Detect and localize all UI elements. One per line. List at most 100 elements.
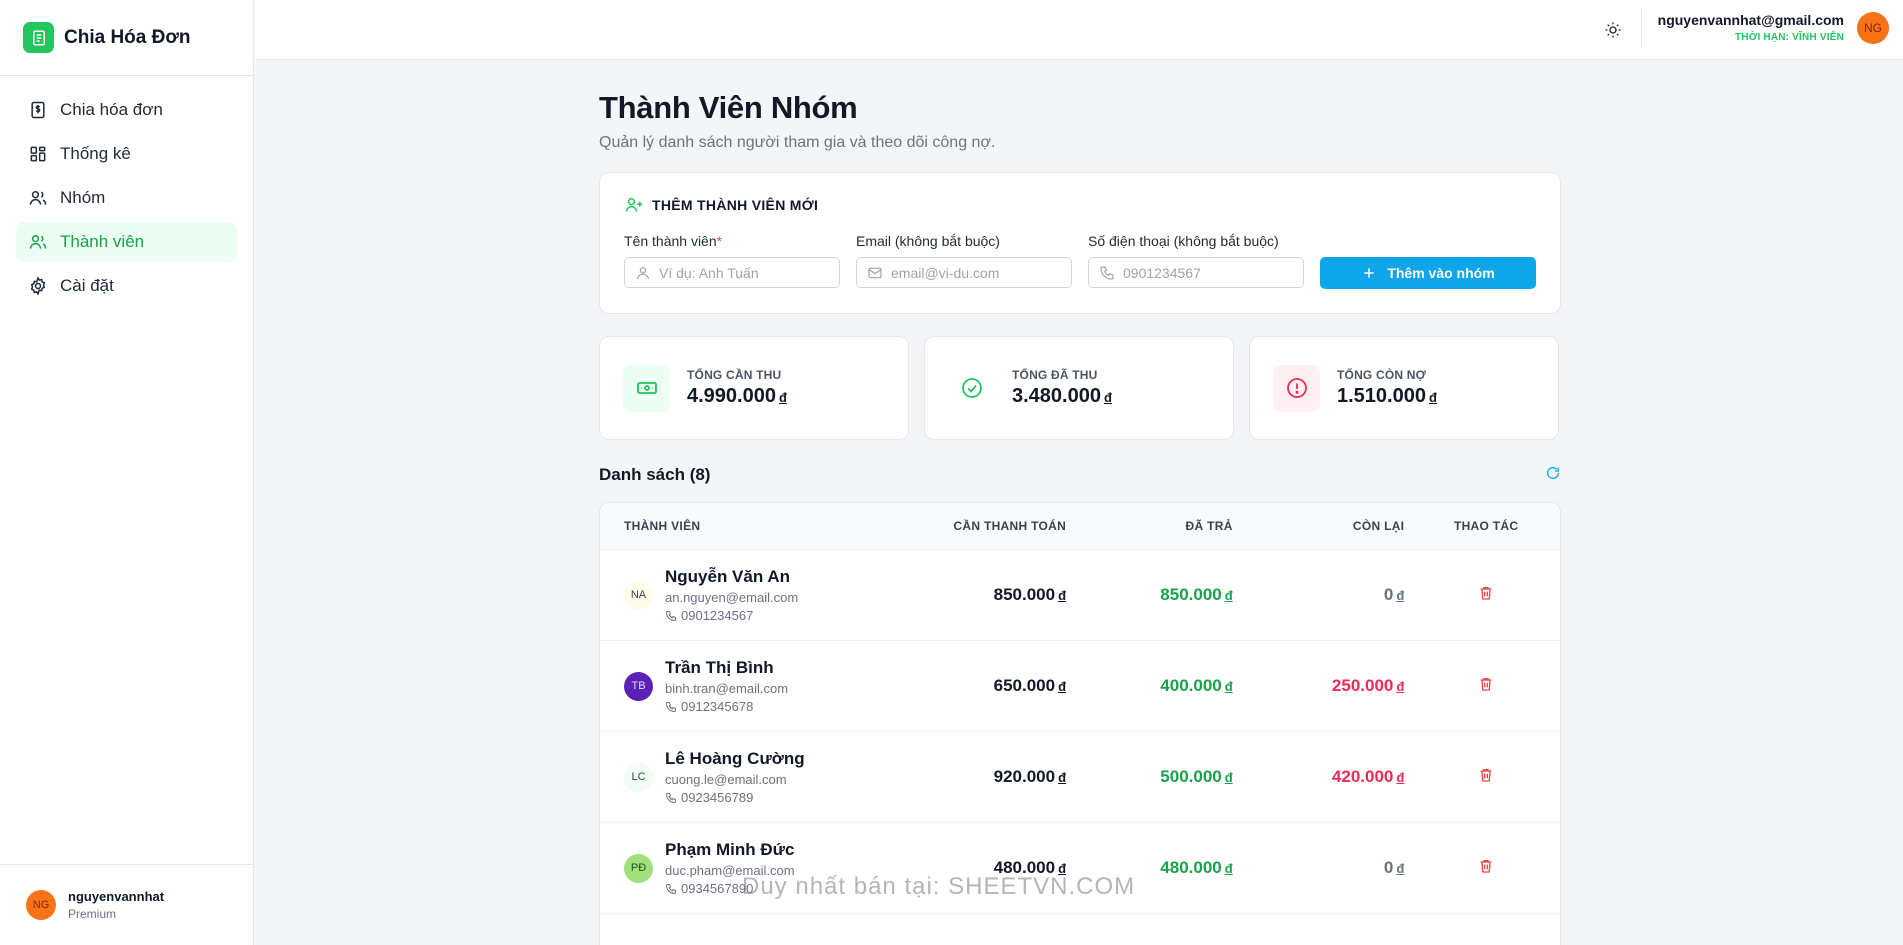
add-to-group-button[interactable]: Thêm vào nhóm <box>1320 257 1536 289</box>
currency-symbol: đ <box>1396 861 1405 876</box>
member-name: Nguyễn Văn An <box>665 567 790 586</box>
receipt-logo-icon <box>23 22 54 53</box>
sidebar-user-plan: Premium <box>68 907 117 921</box>
member-name-label: Tên thành viên <box>624 233 717 249</box>
currency-symbol: đ <box>1224 861 1233 876</box>
member-name-input-wrapper <box>624 257 840 288</box>
member-phone-input-wrapper <box>1088 257 1304 288</box>
plus-icon <box>1364 268 1374 278</box>
avatar: PĐ <box>624 853 653 883</box>
main-content: Thành Viên Nhóm Quản lý danh sách người … <box>599 60 1561 945</box>
member-phone-input[interactable] <box>1123 264 1293 281</box>
stat-label: TỔNG CÒN NỢ <box>1337 368 1427 382</box>
brand[interactable]: Chia Hóa Đơn <box>0 0 253 76</box>
stat-total-outstanding: TỔNG CÒN NỢ 1.510.000 đ <box>1249 336 1559 440</box>
amount-paid: 500.000 đ <box>1066 767 1233 787</box>
member-email-input[interactable] <box>891 264 1061 281</box>
phone-icon <box>1100 265 1114 280</box>
page-subtitle: Quản lý danh sách người tham gia và theo… <box>599 134 996 151</box>
mail-icon <box>868 267 882 278</box>
member-name-input[interactable] <box>659 264 829 281</box>
refresh-icon <box>1547 466 1559 479</box>
top-user-info[interactable]: nguyenvannhat@gmail.com THỜI HẠN: VĨNH V… <box>1658 12 1844 43</box>
amount-remaining: 250.000 đ <box>1233 676 1405 696</box>
sun-icon <box>1605 22 1621 38</box>
sidebar-item-chia-hoa-don[interactable]: Chia hóa đơn <box>16 90 237 130</box>
amount-remaining-value: 250.000 <box>1331 676 1394 695</box>
sidebar-item-thanh-vien[interactable]: Thành viên <box>16 222 237 262</box>
avatar: LC <box>624 762 653 792</box>
brand-name: Chia Hóa Đơn <box>64 26 191 48</box>
stat-total-due: TỔNG CẦN THU 4.990.000 đ <box>599 336 909 440</box>
member-email: binh.tran@email.com <box>665 681 789 696</box>
avatar[interactable]: NG <box>1857 12 1889 44</box>
currency-symbol: đ <box>1103 390 1112 405</box>
delete-member-button[interactable] <box>1404 585 1560 606</box>
amount-due: 850.000 đ <box>936 585 1066 605</box>
stat-value: 1.510.000 đ <box>1337 385 1437 408</box>
column-header-paid[interactable]: ĐÃ TRẢ <box>1066 519 1233 533</box>
sidebar-item-cai-dat[interactable]: Cài đặt <box>16 266 237 306</box>
member-phone-field: Số điện thoại (không bắt buộc) <box>1088 233 1304 289</box>
currency-symbol: đ <box>1428 390 1437 405</box>
column-header-actions: THAO TÁC <box>1453 519 1519 533</box>
member-email-field: Email (không bắt buộc) <box>856 233 1072 289</box>
add-member-heading: THÊM THÀNH VIÊN MỚI <box>624 195 1536 215</box>
user-email: nguyenvannhat@gmail.com <box>1657 12 1844 28</box>
amount-remaining-value: 0 <box>1383 858 1394 877</box>
sidebar-user-profile[interactable]: NG nguyenvannhat Premium <box>0 864 254 945</box>
member-name: Trần Thị Bình <box>665 658 774 677</box>
topbar: nguyenvannhat@gmail.com THỜI HẠN: VĨNH V… <box>255 0 1903 60</box>
amount-remaining-value: 0 <box>1383 585 1394 604</box>
column-header-due[interactable]: CẦN THANH TOÁN <box>936 519 1066 533</box>
alert-circle-icon <box>1273 364 1320 412</box>
amount-paid-value: 500.000 <box>1160 767 1222 786</box>
currency-symbol: đ <box>1058 679 1067 694</box>
amount-remaining-value: 420.000 <box>1331 767 1394 786</box>
sidebar-item-label: Thống kê <box>60 144 131 163</box>
column-header-remaining[interactable]: CÒN LẠI <box>1233 519 1405 533</box>
stat-amount: 1.510.000 <box>1337 385 1426 407</box>
theme-toggle-button[interactable] <box>1600 17 1626 43</box>
refresh-button[interactable] <box>1545 465 1561 486</box>
add-member-card: THÊM THÀNH VIÊN MỚI Tên thành viên* Emai… <box>599 172 1561 314</box>
watermark: Duy nhất bán tại: SHEETVN.COM <box>742 873 1136 900</box>
amount-paid-value: 400.000 <box>1160 676 1222 695</box>
amount-due: 920.000 đ <box>936 767 1066 787</box>
member-email: cuong.le@email.com <box>665 772 787 787</box>
page-title: Thành Viên Nhóm <box>599 90 858 125</box>
column-header-member[interactable]: THÀNH VIÊN <box>600 519 936 533</box>
currency-symbol: đ <box>1396 770 1405 785</box>
member-phone-label: Số điện thoại (không bắt buộc) <box>1088 233 1279 249</box>
delete-member-button[interactable] <box>1404 676 1560 697</box>
table-header: THÀNH VIÊN CẦN THANH TOÁN ĐÃ TRẢ CÒN LẠI… <box>600 503 1560 550</box>
currency-symbol: đ <box>1224 770 1233 785</box>
table-row: NA Nguyễn Văn An an.nguyen@email.com 090… <box>600 550 1560 641</box>
currency-symbol: đ <box>1396 679 1405 694</box>
currency-symbol: đ <box>778 390 787 405</box>
sidebar-item-nhom[interactable]: Nhóm <box>16 178 237 218</box>
currency-symbol: đ <box>1224 679 1233 694</box>
currency-symbol: đ <box>1058 588 1067 603</box>
member-phone: 0923456789 <box>681 790 754 805</box>
stat-value: 3.480.000 đ <box>1012 385 1112 408</box>
stat-amount: 3.480.000 <box>1012 385 1101 407</box>
delete-member-button[interactable] <box>1404 767 1560 788</box>
stat-label: TỔNG ĐÃ THU <box>1012 368 1098 382</box>
gear-icon <box>30 276 46 296</box>
sidebar-item-thong-ke[interactable]: Thống kê <box>16 134 237 174</box>
sidebar-item-label: Nhóm <box>60 188 106 207</box>
amount-paid: 400.000 đ <box>1066 676 1233 696</box>
table-row: TB Trần Thị Bình binh.tran@email.com 091… <box>600 641 1560 732</box>
member-email-label: Email (không bắt buộc) <box>856 233 1000 249</box>
dollar-receipt-icon <box>31 101 45 119</box>
phone-icon <box>665 610 676 621</box>
currency-symbol: đ <box>1396 588 1405 603</box>
subscription-status: THỜI HẠN: VĨNH VIỄN <box>1734 32 1844 43</box>
amount-remaining: 420.000 đ <box>1233 767 1405 787</box>
table-row: LC Lê Hoàng Cường cuong.le@email.com 092… <box>600 732 1560 823</box>
sidebar-nav: Chia hóa đơn Thống kê Nhóm Thành viên Cà… <box>0 76 253 306</box>
delete-member-button[interactable] <box>1404 858 1560 879</box>
amount-remaining: 0đ <box>1233 858 1405 878</box>
group-icon <box>29 191 47 205</box>
